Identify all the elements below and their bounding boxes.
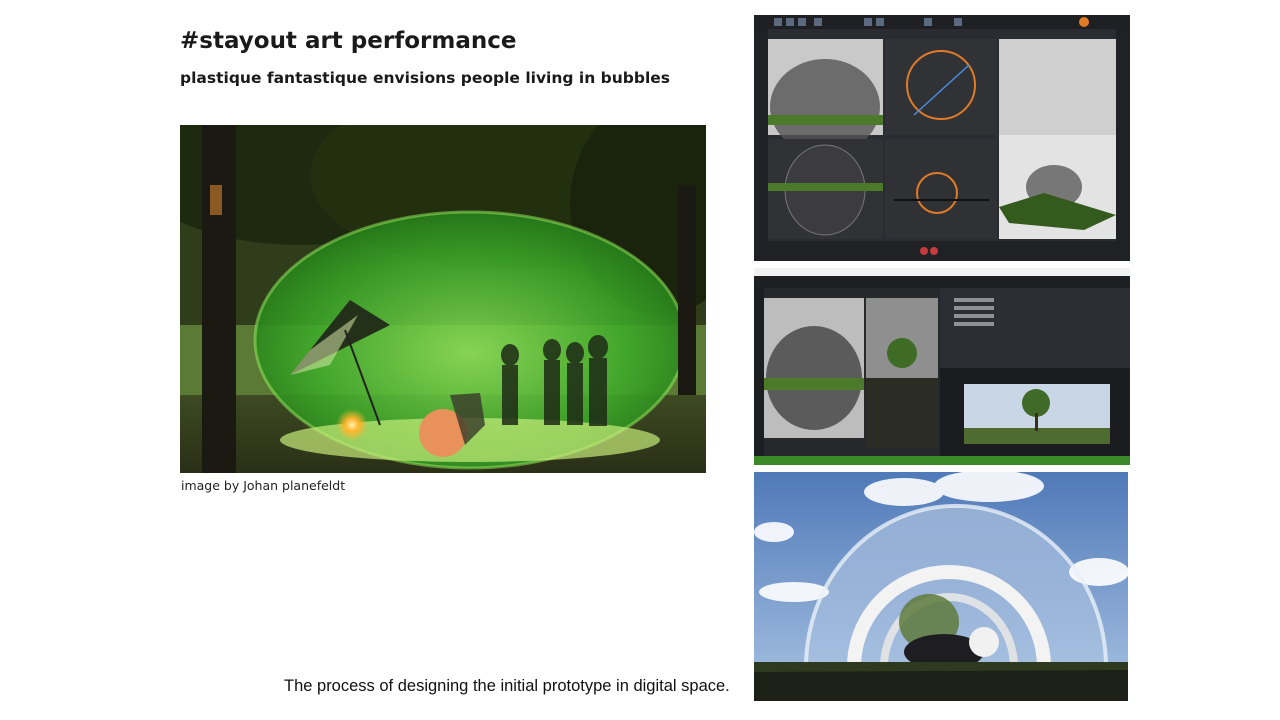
software-screenshot-render — [754, 268, 1130, 465]
prototype-render-image — [754, 472, 1128, 701]
photo-credit: image by Johan planefeldt — [181, 478, 346, 493]
software-screenshot-viewports — [754, 15, 1130, 261]
slide-subtitle: plastique fantastique envisions people l… — [180, 69, 671, 87]
lamp-icon — [336, 409, 368, 441]
slide-caption: The process of designing the initial pro… — [284, 677, 730, 695]
slide-title: #stayout art performance — [180, 28, 517, 54]
bubble-performance-photo — [180, 125, 706, 473]
